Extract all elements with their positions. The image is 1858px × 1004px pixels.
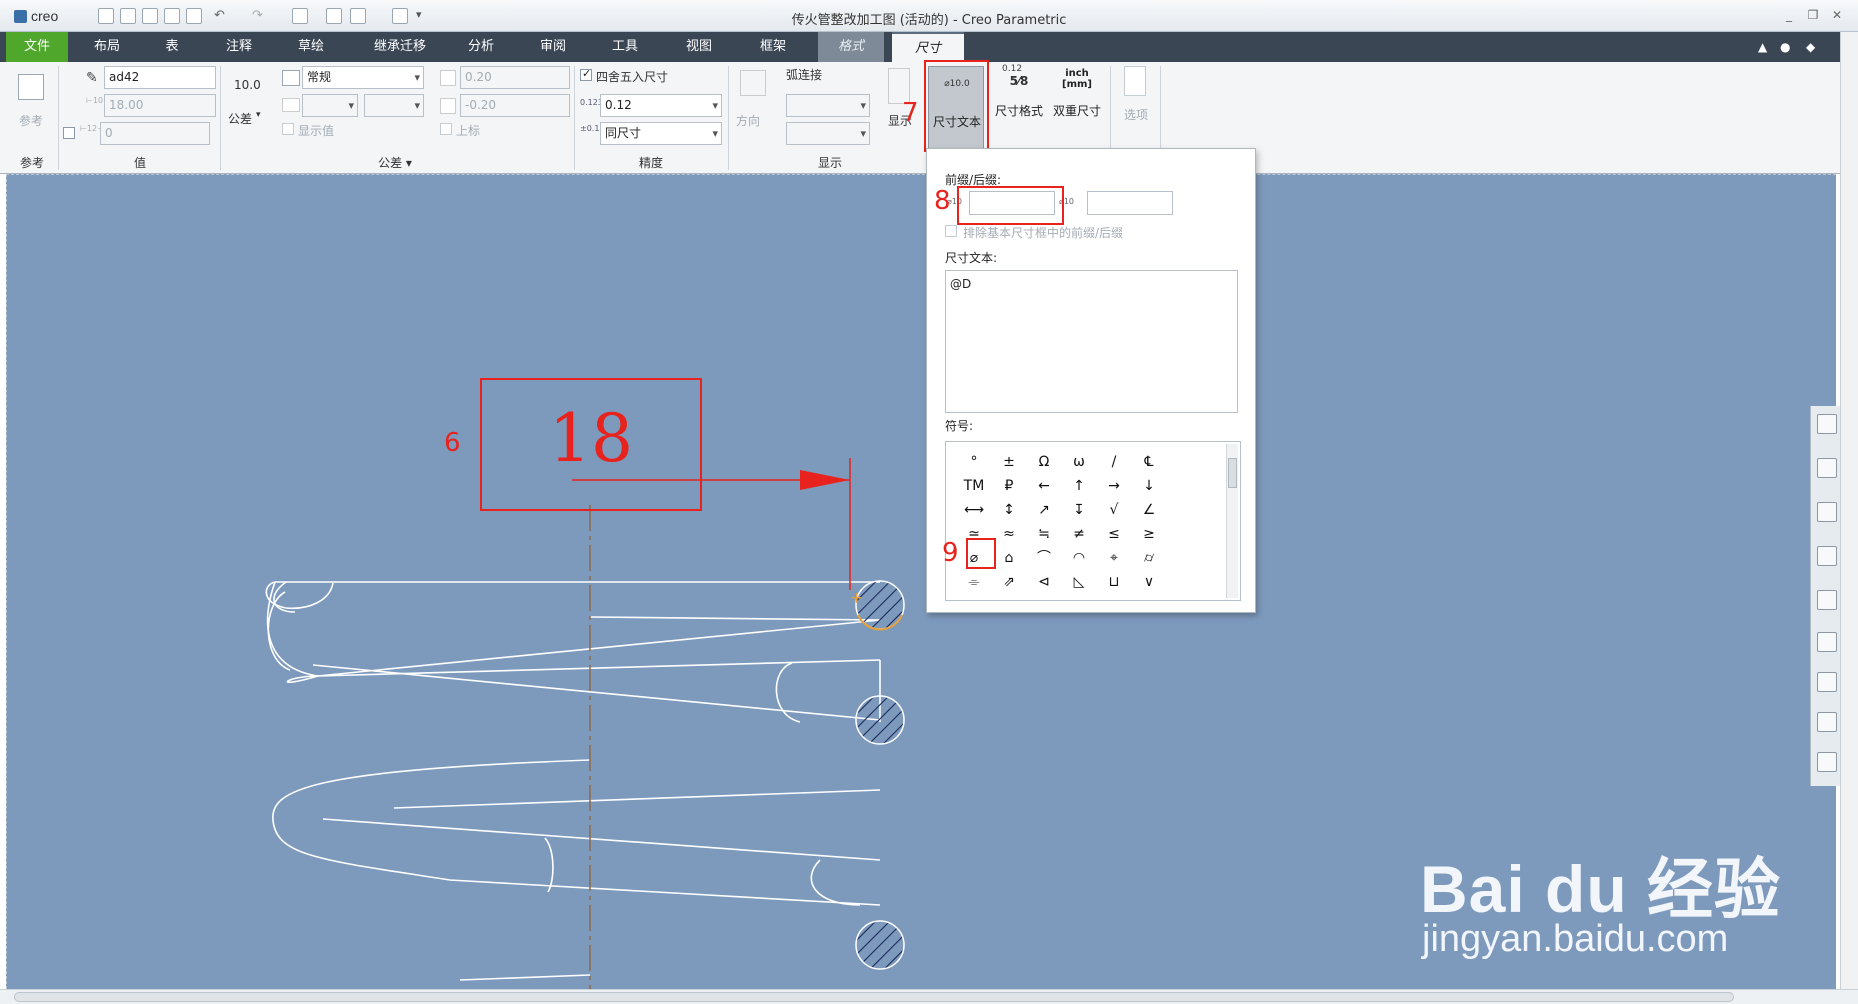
symbol-button[interactable]: ≥ <box>1133 524 1165 544</box>
watermark-url: jingyan.baidu.com <box>1422 918 1729 960</box>
dimension-text-label: 尺寸文本: <box>945 251 998 265</box>
dim-text-highlight-box <box>924 60 989 152</box>
symbol-button[interactable]: ° <box>958 452 990 472</box>
prefix-highlight-box <box>957 186 1064 225</box>
symbol-button[interactable]: ↕ <box>993 500 1025 520</box>
symbol-button[interactable]: Ω <box>1028 452 1060 472</box>
symbol-button[interactable]: ≒ <box>1028 524 1060 544</box>
exclude-label: 排除基本尺寸框中的前缀/后缀 <box>963 226 1124 240</box>
symbol-button[interactable]: ≠ <box>1063 524 1095 544</box>
step-9-label: 9 <box>942 538 959 568</box>
symbols-label: 符号: <box>945 419 974 433</box>
wire-section-3 <box>855 920 905 970</box>
symbol-button[interactable]: ↧ <box>1063 500 1095 520</box>
symbol-button[interactable]: ↓ <box>1133 476 1165 496</box>
step-7-label: 7 <box>902 98 919 128</box>
suffix-input[interactable] <box>1087 191 1173 215</box>
symbol-scrollbar[interactable] <box>1226 444 1238 598</box>
symbol-button[interactable]: ⌒ <box>1028 548 1060 568</box>
symbol-button[interactable]: ◺ <box>1063 572 1095 592</box>
vertical-scrollbar[interactable] <box>1840 32 1858 989</box>
diameter-symbol-highlight-box <box>966 538 996 569</box>
symbol-button[interactable]: ⊔ <box>1098 572 1130 592</box>
horizontal-scroll-thumb[interactable] <box>14 992 1734 1002</box>
symbol-button[interactable]: / <box>1098 452 1130 472</box>
symbol-scroll-thumb[interactable] <box>1228 458 1237 488</box>
symbol-button[interactable]: ω <box>1063 452 1095 472</box>
saved-views-icon[interactable] <box>1817 590 1837 610</box>
point-display-icon[interactable] <box>1817 712 1837 732</box>
symbol-button[interactable]: → <box>1098 476 1130 496</box>
symbol-button[interactable]: ↑ <box>1063 476 1095 496</box>
axis-display-icon[interactable] <box>1817 672 1837 692</box>
symbol-button[interactable]: √ <box>1098 500 1130 520</box>
symbol-button[interactable]: ⟷ <box>958 500 990 520</box>
symbol-button[interactable]: ⌂ <box>993 548 1025 568</box>
step-8-label: 8 <box>934 186 951 216</box>
plane-display-icon[interactable] <box>1817 632 1837 652</box>
symbol-palette: ° ± Ωω / ℄ TM ₽ ← ↑ → ↓ ⟷ ↕ ↗ ↧ √ ∠ ≃ ≈ ≒ ≠ ≤ ≥ ⌀ ⌂ ⌒ ◠ ⌖ ⌭ ⌯ ⇗ ⊲ ◺ ⊔ ∨ <box>945 441 1241 601</box>
symbol-button[interactable]: ⇗ <box>993 572 1025 592</box>
view-icon[interactable] <box>1817 502 1837 522</box>
symbol-button[interactable]: ± <box>993 452 1025 472</box>
symbol-button[interactable]: ⌯ <box>958 572 990 592</box>
csys-display-icon[interactable] <box>1817 752 1837 772</box>
symbol-button[interactable]: ◠ <box>1063 548 1095 568</box>
dimension-text-area[interactable]: @D <box>945 270 1238 413</box>
symbol-button[interactable]: TM <box>958 476 990 496</box>
graphics-toolbar <box>1810 406 1840 786</box>
horizontal-scrollbar[interactable] <box>0 989 1858 1004</box>
dimension-arrowhead <box>800 470 850 490</box>
symbol-button[interactable]: ← <box>1028 476 1060 496</box>
symbol-button[interactable]: ⌭ <box>1133 548 1165 568</box>
symbol-button[interactable]: ≤ <box>1098 524 1130 544</box>
dimension-value[interactable]: 18 <box>480 404 702 474</box>
selection-cross: + <box>850 588 863 607</box>
repaint-icon[interactable] <box>1817 458 1837 478</box>
symbol-button[interactable]: ∠ <box>1133 500 1165 520</box>
step-6-label: 6 <box>444 428 461 458</box>
wire-section-2 <box>855 695 905 745</box>
spring-outline <box>265 581 881 981</box>
display-style-icon[interactable] <box>1817 546 1837 566</box>
symbol-button[interactable]: ℄ <box>1133 452 1165 472</box>
symbol-button[interactable]: ∨ <box>1133 572 1165 592</box>
symbol-button[interactable]: ₽ <box>993 476 1025 496</box>
exclude-checkbox[interactable] <box>945 225 957 237</box>
symbol-button[interactable]: ↗ <box>1028 500 1060 520</box>
symbol-button[interactable]: ⌖ <box>1098 548 1130 568</box>
zoom-icon[interactable] <box>1817 414 1837 434</box>
symbol-button[interactable]: ≈ <box>993 524 1025 544</box>
symbol-button[interactable]: ⊲ <box>1028 572 1060 592</box>
